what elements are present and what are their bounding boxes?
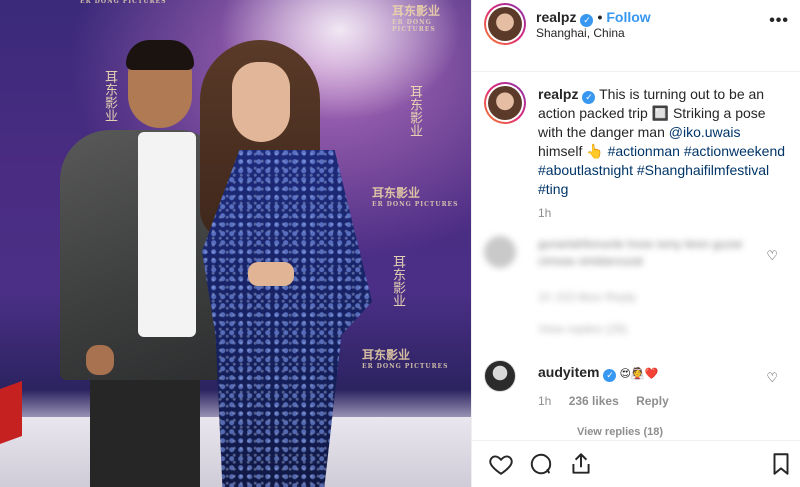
post-side-panel: realpz ✓ • Follow Shanghai, China ••• realp… <box>471 0 800 487</box>
backdrop-calligraphy: 耳东影业 <box>390 255 405 307</box>
comment-meta: 1h 236 likes Reply <box>538 394 683 408</box>
woman-figure-hand <box>248 262 294 286</box>
comment-likes[interactable]: 236 likes <box>569 394 619 408</box>
hashtag-link[interactable]: #ting <box>538 181 568 197</box>
comment-icon[interactable] <box>528 451 556 479</box>
caption-avatar[interactable] <box>484 82 526 124</box>
caption-emoji: 👆 <box>586 143 604 159</box>
instagram-post: ER DONG PICTURES 耳东影业 ER DONG PICTURES 耳… <box>0 0 800 487</box>
comment-username[interactable]: audyitem <box>538 364 599 380</box>
man-figure-shirt <box>138 132 196 337</box>
comment-item: audyitem ✓ 😍👰❤️ 1h 236 likes Reply ♡ <box>484 360 794 430</box>
comment-avatar[interactable] <box>484 236 516 268</box>
backdrop-calligraphy: 耳东影业 <box>102 70 117 122</box>
comment-time[interactable]: 1h <box>538 394 551 408</box>
red-stand <box>0 380 22 445</box>
hashtag-link[interactable]: #Shanghaifilmfestival <box>637 162 769 178</box>
caption-mention[interactable]: @iko.uwais <box>669 124 741 140</box>
post-header: realpz ✓ • Follow Shanghai, China ••• <box>472 0 800 72</box>
backdrop-logo: ER DONG PICTURES <box>80 0 167 5</box>
backdrop-logo: 耳东影业 ER DONG PICTURES <box>362 348 449 370</box>
reply-button[interactable]: Reply <box>636 394 669 408</box>
hashtag-link[interactable]: #actionman <box>608 143 680 159</box>
backdrop-calligraphy: 耳东影业 <box>407 85 422 137</box>
view-replies-link[interactable]: View replies (26) <box>538 322 627 336</box>
heart-icon[interactable] <box>488 451 516 479</box>
bookmark-icon[interactable] <box>768 451 796 479</box>
comment-avatar[interactable] <box>484 360 516 392</box>
comment-like-heart-icon[interactable]: ♡ <box>766 370 778 386</box>
comment-line: audyitem ✓ 😍👰❤️ <box>538 364 658 382</box>
caption-text: realpz ✓ This is turning out to be an act… <box>538 85 786 199</box>
verified-icon: ✓ <box>603 369 617 382</box>
post-actions-bar <box>472 440 800 487</box>
author-username[interactable]: realpz <box>536 9 576 25</box>
comment-text: gunarlahfonunle hose ismy liesn guzar ci… <box>538 237 743 268</box>
caption-text-part: himself <box>538 143 583 159</box>
comment-like-heart-icon[interactable]: ♡ <box>766 248 778 264</box>
verified-icon: ✓ <box>582 91 596 104</box>
view-replies-link[interactable]: View replies (18) <box>577 426 663 438</box>
share-icon[interactable] <box>568 451 596 479</box>
caption-username[interactable]: realpz <box>538 86 578 102</box>
caption-emoji: 🔲 <box>651 105 670 121</box>
comment-meta: 1h 153 likes Reply <box>538 290 637 304</box>
separator-dot: • <box>597 9 603 25</box>
post-photo[interactable]: ER DONG PICTURES 耳东影业 ER DONG PICTURES 耳… <box>0 0 471 487</box>
more-icon[interactable]: ••• <box>769 12 789 30</box>
backdrop-logo: 耳东影业 ER DONG PICTURES <box>392 4 441 33</box>
comment-item: gunarlahfonunle hose ismy liesn guzar ci… <box>484 236 794 346</box>
follow-button[interactable]: Follow <box>606 9 650 25</box>
author-avatar[interactable] <box>484 3 526 45</box>
author-line: realpz ✓ • Follow <box>536 9 651 27</box>
caption-timestamp[interactable]: 1h <box>538 206 551 220</box>
man-figure-hair <box>126 40 194 70</box>
woman-figure-face <box>232 62 290 142</box>
hashtag-link[interactable]: #actionweekend <box>684 143 785 159</box>
hashtag-link[interactable]: #aboutlastnight <box>538 162 633 178</box>
comment-emojis: 😍👰❤️ <box>619 368 659 380</box>
backdrop-logo: 耳东影业 ER DONG PICTURES <box>372 186 459 208</box>
man-figure-hand <box>86 345 114 375</box>
post-location[interactable]: Shanghai, China <box>536 26 625 40</box>
